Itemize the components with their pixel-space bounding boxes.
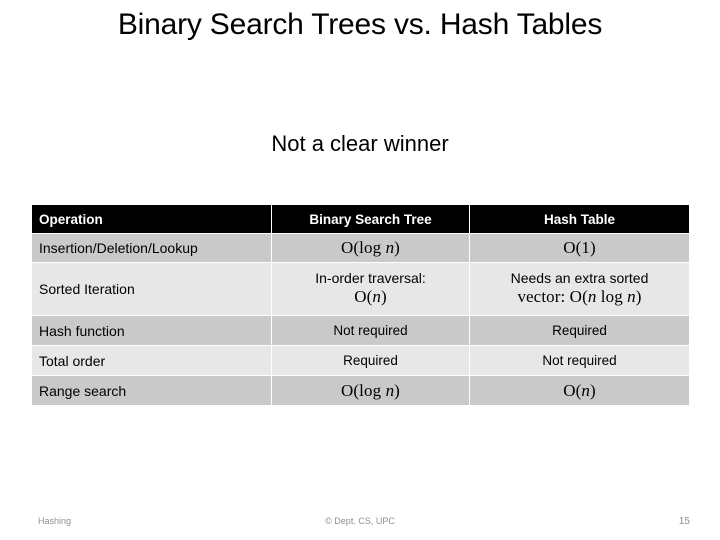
cell-bst: O(log n) xyxy=(272,376,469,405)
hash-complexity-var-2: n xyxy=(627,287,636,307)
cell-operation: Hash function xyxy=(32,316,271,345)
column-header-hash-table: Hash Table xyxy=(470,205,689,233)
bst-note-text: In-order traversal: xyxy=(315,270,426,287)
hash-complexity-mid: log xyxy=(596,287,628,307)
cell-hash: O(1) xyxy=(470,234,689,262)
hash-note-text: Needs an extra sorted xyxy=(510,270,649,287)
hash-complexity-tail: ) xyxy=(589,380,596,400)
bst-complexity-var: n xyxy=(385,238,395,257)
table-row: Hash function Not required Required xyxy=(32,316,689,345)
hash-complexity-text: vector: O( xyxy=(517,287,588,307)
bst-complexity-var: n xyxy=(385,380,395,400)
cell-hash: O(n) xyxy=(470,376,689,405)
table-row: Total order Required Not required xyxy=(32,346,689,375)
cell-bst: O(log n) xyxy=(272,234,469,262)
page-title: Binary Search Trees vs. Hash Tables xyxy=(117,8,603,41)
table-row: Range search O(log n) O(n) xyxy=(32,376,689,405)
footer-copyright: © Dept. CS, UPC xyxy=(325,516,395,526)
hash-complexity-text: O(1) xyxy=(563,238,596,257)
bst-complexity-text: O(log xyxy=(341,238,386,257)
table-header-row: Operation Binary Search Tree Hash Table xyxy=(32,205,689,233)
cell-hash: Not required xyxy=(470,346,689,375)
cell-bst: Not required xyxy=(272,316,469,345)
bst-complexity-var: n xyxy=(372,287,381,307)
cell-operation: Sorted Iteration xyxy=(32,263,271,315)
cell-hash: Needs an extra sorted vector: O(n log n) xyxy=(470,263,689,315)
bst-complexity-tail: ) xyxy=(394,380,400,400)
cell-bst: In-order traversal: O(n) xyxy=(272,263,469,315)
table-row: Insertion/Deletion/Lookup O(log n) O(1) xyxy=(32,234,689,262)
bst-complexity-text: O( xyxy=(354,287,373,307)
hash-complexity-var: n xyxy=(581,380,590,400)
bst-complexity-text: O(log xyxy=(341,380,386,400)
cell-hash: Required xyxy=(470,316,689,345)
comparison-table: Operation Binary Search Tree Hash Table … xyxy=(31,204,690,406)
cell-operation: Insertion/Deletion/Lookup xyxy=(32,234,271,262)
footer-page-number: 15 xyxy=(678,516,690,527)
hash-complexity-text: O( xyxy=(563,380,582,400)
cell-operation: Total order xyxy=(32,346,271,375)
bst-complexity-tail: ) xyxy=(394,238,400,257)
cell-bst: Required xyxy=(272,346,469,375)
slide-footer: Hashing © Dept. CS, UPC 15 xyxy=(0,506,720,540)
column-header-binary-search-tree: Binary Search Tree xyxy=(272,205,469,233)
bst-complexity-tail: ) xyxy=(380,287,387,307)
table-row: Sorted Iteration In-order traversal: O(n… xyxy=(32,263,689,315)
slide-subtitle: Not a clear winner xyxy=(271,131,449,156)
hash-complexity-tail: ) xyxy=(635,287,642,307)
cell-operation: Range search xyxy=(32,376,271,405)
column-header-operation: Operation xyxy=(32,205,271,233)
